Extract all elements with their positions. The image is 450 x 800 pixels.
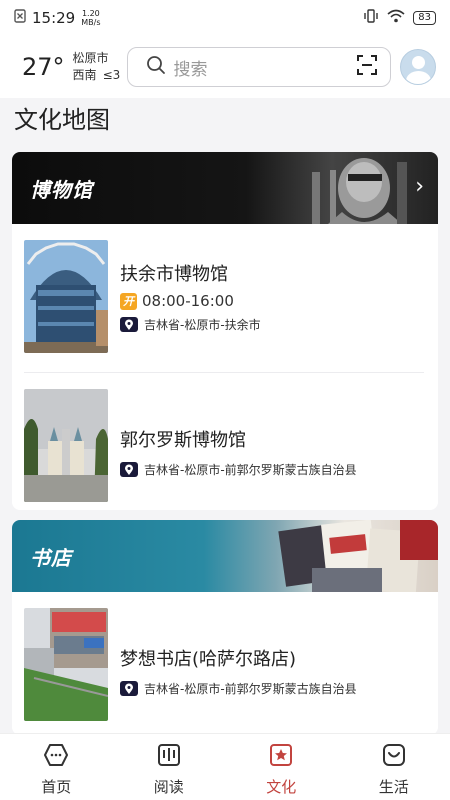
location-pin-icon bbox=[120, 317, 138, 332]
bookstore-address: 吉林省-松原市-前郭尔罗斯蒙古族自治县 bbox=[120, 680, 357, 697]
city-name: 松原市 bbox=[72, 51, 109, 65]
museum-item-fuyu[interactable]: 扶余市博物馆 开 08:00-16:00 吉林省-松原市-扶余市 bbox=[24, 240, 424, 353]
nav-life[interactable]: 生活 bbox=[338, 734, 450, 800]
home-icon bbox=[43, 742, 69, 772]
museum-address: 吉林省-松原市-扶余市 bbox=[120, 316, 261, 333]
avatar[interactable] bbox=[400, 49, 436, 85]
bookstore-banner[interactable]: 书店 bbox=[12, 520, 438, 592]
wind-direction: 西南 bbox=[72, 68, 97, 82]
museum-fuyu-photo bbox=[24, 240, 108, 353]
status-bar: 15:29 1.20 MB/s 83 bbox=[0, 0, 450, 36]
life-icon bbox=[381, 742, 407, 772]
location-pin-icon bbox=[120, 462, 138, 477]
page-title: 文化地图 bbox=[14, 106, 110, 134]
wifi-icon bbox=[387, 9, 405, 27]
museum-name: 郭尔罗斯博物馆 bbox=[120, 430, 246, 451]
museum-section-title: 博物馆 bbox=[30, 178, 93, 202]
bookstore-section-title: 书店 bbox=[30, 546, 72, 570]
culture-icon bbox=[268, 742, 294, 772]
museum-name: 扶余市博物馆 bbox=[120, 264, 228, 285]
notification-icon bbox=[14, 9, 26, 27]
nav-culture[interactable]: 文化 bbox=[225, 734, 338, 800]
scan-icon[interactable] bbox=[356, 54, 378, 80]
nav-home[interactable]: 首页 bbox=[0, 734, 113, 800]
search-placeholder: 搜索 bbox=[173, 59, 208, 80]
divider bbox=[24, 372, 424, 373]
vibrate-icon bbox=[363, 9, 379, 27]
status-time: 15:29 bbox=[32, 9, 76, 27]
chevron-right-icon[interactable]: › bbox=[415, 174, 424, 199]
bookstore-name: 梦想书店(哈萨尔路店) bbox=[120, 649, 297, 670]
museum-banner[interactable]: 博物馆 › bbox=[12, 152, 438, 224]
books-image bbox=[278, 520, 438, 592]
temperature: 27° bbox=[22, 53, 65, 81]
book-icon bbox=[156, 742, 182, 772]
open-badge-icon: 开 bbox=[120, 292, 137, 310]
search-icon bbox=[146, 55, 166, 79]
top-header: 27° 松原市 西南 ≤3 搜索 bbox=[0, 36, 450, 98]
nav-read[interactable]: 阅读 bbox=[113, 734, 226, 800]
museum-guoerluosi-photo bbox=[24, 389, 108, 502]
museum-item-guoerluosi[interactable]: 郭尔罗斯博物馆 吉林省-松原市-前郭尔罗斯蒙古族自治县 bbox=[24, 389, 424, 502]
bookstore-photo bbox=[24, 608, 108, 721]
network-speed: 1.20 MB/s bbox=[81, 9, 101, 27]
opening-hours: 开 08:00-16:00 bbox=[120, 292, 261, 310]
bottom-nav: 首页 阅读 文化 生活 bbox=[0, 733, 450, 800]
wind-level: ≤3 bbox=[102, 68, 121, 82]
museum-address: 吉林省-松原市-前郭尔罗斯蒙古族自治县 bbox=[120, 461, 357, 478]
weather-info[interactable]: 松原市 西南 ≤3 bbox=[73, 50, 125, 84]
bookstore-card: 书店 梦想书店(哈萨尔路店) 吉林省-松原市-前郭尔罗斯蒙古族自治县 bbox=[12, 520, 438, 735]
bookstore-item-mengxiang[interactable]: 梦想书店(哈萨尔路店) 吉林省-松原市-前郭尔罗斯蒙古族自治县 bbox=[24, 608, 424, 721]
location-pin-icon bbox=[120, 681, 138, 696]
search-bar[interactable]: 搜索 bbox=[126, 47, 391, 87]
battery-indicator: 83 bbox=[413, 11, 436, 25]
museum-card: 博物馆 › 扶余市博物馆 开 08:00-16:00 吉林省-松原市-扶余市 郭… bbox=[12, 152, 438, 510]
